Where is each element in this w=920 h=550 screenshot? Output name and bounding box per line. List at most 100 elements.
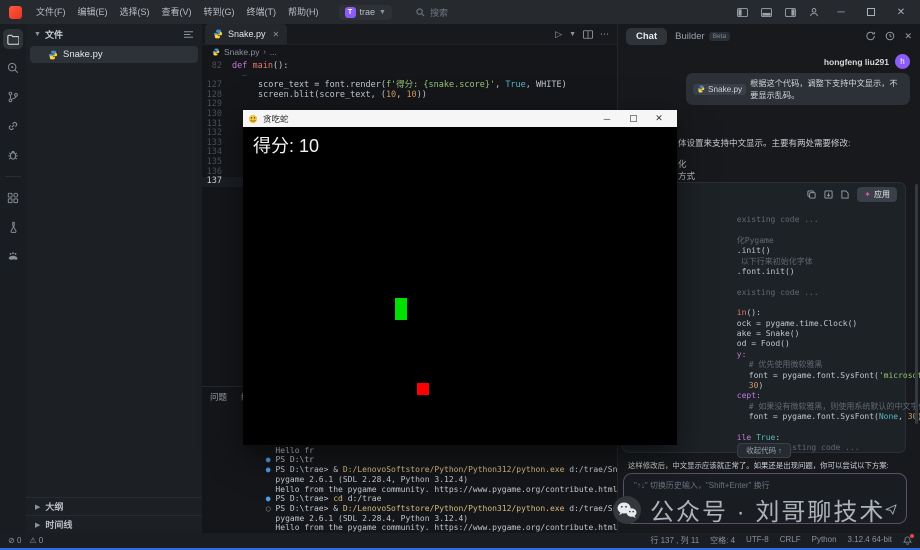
warnings-indicator[interactable]: ⚠ 0: [29, 536, 43, 545]
ai-text-line: 化: [678, 158, 687, 170]
insert-code-icon[interactable]: [824, 190, 833, 199]
scrollbar[interactable]: [915, 184, 918, 424]
menu-item[interactable]: 转到(G): [198, 0, 241, 24]
apply-label: 应用: [874, 189, 890, 200]
collapse-code-button[interactable]: 收起代码 ↑: [737, 443, 791, 458]
game-window-title: 贪吃蛇: [263, 113, 289, 125]
game-canvas: 得分: 10: [243, 127, 677, 445]
file-name: Snake.py: [63, 49, 103, 60]
menu-bar: 文件(F)编辑(E)选择(S)查看(V)转到(G)终端(T)帮助(H): [30, 0, 325, 24]
breadcrumb-more: ...: [270, 47, 277, 57]
timeline-label: 时间线: [45, 518, 72, 531]
ai-text-line: 方式: [678, 170, 695, 182]
toggle-left-panel-icon[interactable]: [732, 3, 752, 21]
project-name: trae: [360, 7, 376, 17]
line-number: 137: [202, 177, 232, 187]
menu-item[interactable]: 选择(S): [114, 0, 156, 24]
editor-tab-bar: Snake.py ✕ ▷ ▼ ⋯: [202, 24, 617, 45]
source-control-icon[interactable]: [3, 87, 23, 107]
account-icon[interactable]: [804, 3, 824, 21]
outline-section[interactable]: ▶ 大纲: [26, 497, 202, 515]
trae-logo-icon: [9, 6, 22, 19]
code-line: 128 screen.blit(score_text, (10, 10)): [202, 91, 617, 101]
close-icon[interactable]: ✕: [904, 31, 912, 42]
close-button[interactable]: ✕: [888, 1, 914, 23]
menu-item[interactable]: 编辑(E): [72, 0, 114, 24]
food-square: [417, 383, 429, 395]
global-search[interactable]: 搜索: [416, 6, 448, 19]
run-dropdown-icon[interactable]: ▼: [569, 31, 576, 38]
chevron-right-icon: ›: [263, 49, 265, 56]
game-title-bar[interactable]: 贪吃蛇 ─ ✕: [243, 110, 677, 127]
avatar: h: [895, 54, 910, 69]
notifications-bell-icon[interactable]: [903, 536, 912, 545]
toggle-right-panel-icon[interactable]: [780, 3, 800, 21]
activity-separator: [5, 176, 21, 177]
ai-search-icon[interactable]: [3, 58, 23, 78]
close-icon[interactable]: ✕: [273, 30, 280, 39]
explorer-actions-icon[interactable]: [183, 30, 194, 39]
minimize-button[interactable]: ─: [828, 1, 854, 23]
menu-item[interactable]: 帮助(H): [282, 0, 325, 24]
status-item[interactable]: Python: [812, 535, 837, 546]
menu-item[interactable]: 终端(T): [241, 0, 283, 24]
menu-item[interactable]: 查看(V): [156, 0, 198, 24]
snake-body: [395, 298, 407, 320]
explorer-sidebar: ▼ 文件 Snake.py ▶ 大纲 ▶ 时间线: [26, 24, 202, 533]
snake-icon: [248, 114, 258, 124]
chat-input-box[interactable]: [623, 473, 907, 524]
status-item[interactable]: 3.12.4 64-bit: [848, 535, 892, 546]
ai-closing-text: 这样修改后，中文显示应该就正常了。如果还是出现问题，你可以尝试以下方案:: [628, 460, 916, 471]
game-minimize-button[interactable]: ─: [594, 110, 620, 127]
status-item[interactable]: 空格: 4: [710, 535, 735, 546]
tab-chat[interactable]: Chat: [626, 28, 667, 45]
code-line: 129: [202, 100, 617, 110]
status-item[interactable]: 行 137 , 列 11: [650, 535, 699, 546]
python-icon: [48, 50, 58, 60]
menu-item[interactable]: 文件(F): [30, 0, 72, 24]
history-icon[interactable]: [885, 31, 895, 41]
status-items: 行 137 , 列 11 空格: 4 UTF-8 CRLF Python 3.12.4 6…: [650, 535, 892, 546]
tab-problems[interactable]: 问题: [210, 391, 227, 403]
run-button[interactable]: ▷: [555, 29, 562, 40]
python-icon: [697, 85, 705, 93]
apply-button[interactable]: ✦ 应用: [857, 187, 897, 202]
chat-input[interactable]: [634, 481, 876, 490]
tab-snake-py[interactable]: Snake.py ✕: [205, 24, 287, 44]
warnings-count: 0: [39, 536, 43, 545]
errors-indicator[interactable]: ⊘ 0: [8, 536, 21, 545]
timeline-section[interactable]: ▶ 时间线: [26, 515, 202, 533]
copy-icon[interactable]: [807, 190, 816, 199]
activity-bar: [0, 24, 26, 533]
new-file-icon[interactable]: [841, 190, 849, 199]
file-item-snake-py[interactable]: Snake.py: [30, 46, 198, 63]
extensions-icon[interactable]: [3, 188, 23, 208]
debug-icon[interactable]: [3, 145, 23, 165]
new-chat-icon[interactable]: [866, 31, 876, 41]
project-switcher[interactable]: T trae ▼: [339, 5, 392, 20]
user-message-bubble: Snake.py 根据这个代码，调整下支持中文显示，不要显示乱码。: [686, 73, 910, 105]
split-editor-icon[interactable]: [583, 30, 593, 39]
tab-builder[interactable]: Builder: [675, 31, 705, 42]
explorer-section-header[interactable]: ▼ 文件: [26, 24, 202, 44]
game-close-button[interactable]: ✕: [646, 110, 672, 127]
paw-plugin-icon[interactable]: [3, 246, 23, 266]
explorer-icon[interactable]: [3, 29, 23, 49]
status-item[interactable]: CRLF: [780, 535, 801, 546]
sparkle-icon: ✦: [864, 190, 871, 199]
ai-text-line: 体设置来支持中文显示。主要有两处需要修改:: [678, 137, 850, 149]
send-icon[interactable]: [885, 504, 897, 515]
errors-count: 0: [17, 536, 21, 545]
test-flask-icon[interactable]: [3, 217, 23, 237]
file-chip[interactable]: Snake.py: [693, 84, 746, 95]
maximize-button[interactable]: [858, 1, 884, 23]
more-actions-icon[interactable]: ⋯: [600, 29, 609, 40]
toggle-bottom-panel-icon[interactable]: [756, 3, 776, 21]
app-window: 文件(F)编辑(E)选择(S)查看(V)转到(G)终端(T)帮助(H) T tr…: [0, 0, 920, 550]
breadcrumb[interactable]: Snake.py › ...: [202, 45, 617, 59]
game-maximize-button[interactable]: [620, 110, 646, 127]
remote-link-icon[interactable]: [3, 116, 23, 136]
pygame-window[interactable]: 贪吃蛇 ─ ✕ 得分: 10: [243, 110, 677, 445]
status-item[interactable]: UTF-8: [746, 535, 769, 546]
python-icon: [213, 29, 223, 39]
